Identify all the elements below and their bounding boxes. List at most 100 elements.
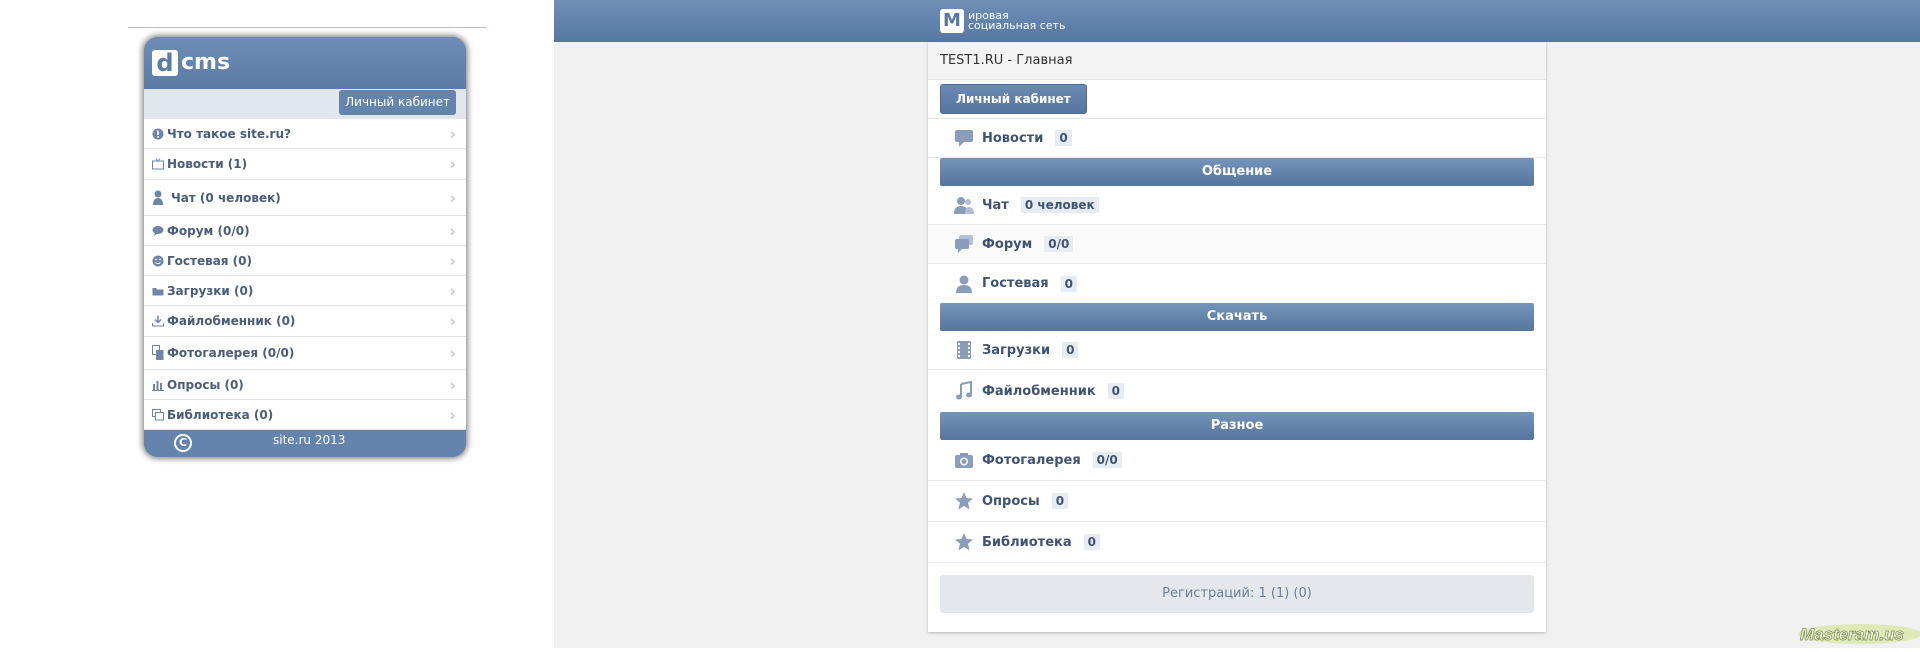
logo-text: cms bbox=[181, 50, 231, 75]
cabinet-bar: Личный кабинет bbox=[144, 89, 466, 119]
cabinet-row: Личный кабинет bbox=[928, 80, 1546, 119]
downloads-row[interactable]: Загрузки 0 bbox=[928, 331, 1546, 370]
brand-line2: социальная сеть bbox=[968, 19, 1066, 32]
download-icon bbox=[152, 315, 164, 327]
library-row[interactable]: Библиотека 0 bbox=[928, 522, 1546, 563]
menu-item-label: Библиотека (0) bbox=[167, 407, 274, 422]
breadcrumb: TEST1.RU - Главная bbox=[928, 42, 1546, 80]
menu-item-fileshare[interactable]: Файлобменник (0) › bbox=[144, 306, 466, 337]
photo-icon bbox=[152, 345, 164, 361]
menu-item-about[interactable]: Что такое site.ru? › bbox=[144, 119, 466, 149]
menu-item-news[interactable]: Новости (1) › bbox=[144, 149, 466, 180]
logo-letter: d bbox=[152, 50, 178, 76]
menu-item-guestbook[interactable]: Гостевая (0) › bbox=[144, 246, 466, 276]
cabinet-button[interactable]: Личный кабинет bbox=[940, 84, 1087, 114]
row-label: Опросы bbox=[982, 493, 1040, 509]
fileshare-row[interactable]: Файлобменник 0 bbox=[928, 370, 1546, 412]
menu-item-label: Файлобменник (0) bbox=[167, 314, 296, 328]
watermark-logo: Masteram.us bbox=[1790, 618, 1920, 648]
speech-bubble-icon bbox=[152, 225, 164, 237]
row-label: Загрузки bbox=[982, 342, 1051, 358]
section-header-communication: Общение bbox=[940, 158, 1534, 186]
news-row[interactable]: Новости 0 bbox=[928, 119, 1546, 158]
chevron-right-icon: › bbox=[449, 251, 456, 270]
registrations-counter: Регистраций: 1 (1) (0) bbox=[940, 575, 1534, 613]
count-badge: 0 bbox=[1062, 342, 1079, 358]
menu-item-label: Гостевая (0) bbox=[167, 253, 252, 268]
mobile-footer: C site.ru 2013 bbox=[144, 430, 466, 457]
cabinet-button[interactable]: Личный кабинет bbox=[339, 90, 456, 115]
books-icon bbox=[152, 408, 164, 421]
menu-item-polls[interactable]: Опросы (0) › bbox=[144, 370, 466, 400]
divider-line bbox=[128, 27, 487, 28]
film-icon bbox=[954, 340, 974, 360]
row-label: Форум bbox=[982, 236, 1033, 252]
chevron-right-icon: › bbox=[449, 221, 456, 240]
mobile-menu: Что такое site.ru? › Новости (1) › Чат (… bbox=[144, 119, 466, 430]
count-badge: 0 bbox=[1055, 130, 1072, 146]
info-icon bbox=[152, 128, 164, 140]
row-label: Библиотека bbox=[982, 534, 1072, 550]
row-label: Фотогалерея bbox=[982, 452, 1081, 468]
comment-icon bbox=[954, 128, 974, 148]
watermark-text: Masteram.us bbox=[1800, 625, 1904, 644]
row-label: Гостевая bbox=[982, 276, 1049, 291]
mobile-header: d cms bbox=[144, 37, 466, 89]
section-header-misc: Разное bbox=[940, 412, 1534, 440]
menu-item-label: Новости (1) bbox=[167, 157, 248, 171]
bar-chart-icon bbox=[152, 379, 164, 391]
count-badge: 0/0 bbox=[1044, 236, 1074, 252]
chevron-right-icon: › bbox=[449, 343, 456, 363]
polls-row[interactable]: Опросы 0 bbox=[928, 481, 1546, 522]
menu-item-library[interactable]: Библиотека (0) › bbox=[144, 400, 466, 430]
music-icon bbox=[954, 380, 974, 401]
menu-item-chat[interactable]: Чат (0 человек) › bbox=[144, 180, 466, 216]
dcms-logo[interactable]: d cms bbox=[152, 50, 230, 76]
count-badge: 0 человек bbox=[1020, 197, 1099, 213]
folder-icon bbox=[152, 285, 164, 297]
count-badge: 0 bbox=[1107, 383, 1125, 399]
chevron-right-icon: › bbox=[449, 405, 456, 424]
menu-item-label: Опросы (0) bbox=[167, 377, 244, 392]
row-label: Чат bbox=[982, 197, 1009, 213]
footer-text: site.ru 2013 bbox=[273, 433, 346, 447]
brand-logo[interactable]: M ировая социальная сеть bbox=[940, 9, 1065, 33]
star-icon bbox=[954, 491, 974, 511]
guestbook-row[interactable]: Гостевая 0 bbox=[928, 264, 1546, 303]
brand-text: ировая социальная сеть bbox=[968, 10, 1066, 32]
menu-item-label: Чат (0 человек) bbox=[171, 190, 281, 205]
menu-item-label: Загрузки (0) bbox=[167, 283, 254, 298]
menu-item-label: Фотогалерея (0/0) bbox=[167, 346, 295, 360]
chevron-right-icon: › bbox=[449, 154, 456, 174]
tv-icon bbox=[152, 158, 164, 170]
menu-item-label: Что такое site.ru? bbox=[167, 126, 291, 141]
menu-item-label: Форум (0/0) bbox=[167, 223, 250, 238]
forum-row[interactable]: Форум 0/0 bbox=[928, 225, 1546, 264]
count-badge: 0 bbox=[1083, 534, 1100, 550]
chevron-right-icon: › bbox=[449, 124, 456, 143]
chevron-right-icon: › bbox=[449, 188, 456, 207]
main-card: TEST1.RU - Главная Личный кабинет Новост… bbox=[928, 42, 1546, 632]
section-header-download: Скачать bbox=[940, 303, 1534, 331]
menu-item-downloads[interactable]: Загрузки (0) › bbox=[144, 276, 466, 306]
copyright-icon: C bbox=[174, 434, 192, 452]
gallery-row[interactable]: Фотогалерея 0/0 bbox=[928, 440, 1546, 481]
chat-row[interactable]: Чат 0 человек bbox=[928, 186, 1546, 225]
users-icon bbox=[954, 195, 974, 215]
chevron-right-icon: › bbox=[449, 311, 456, 331]
mobile-preview-panel: d cms Личный кабинет Что такое site.ru? … bbox=[0, 0, 554, 648]
user-icon bbox=[954, 274, 974, 294]
camera-icon bbox=[954, 450, 974, 470]
count-badge: 0 bbox=[1051, 493, 1069, 509]
row-label: Новости bbox=[982, 130, 1044, 146]
users-icon bbox=[152, 190, 168, 206]
star-icon bbox=[954, 532, 974, 552]
menu-item-gallery[interactable]: Фотогалерея (0/0) › bbox=[144, 337, 466, 370]
brand-letter: M bbox=[940, 9, 964, 33]
menu-item-forum[interactable]: Форум (0/0) › bbox=[144, 216, 466, 246]
desktop-panel: M ировая социальная сеть TEST1.RU - Глав… bbox=[554, 0, 1920, 648]
chevron-right-icon: › bbox=[449, 375, 456, 394]
mobile-frame: d cms Личный кабинет Что такое site.ru? … bbox=[144, 37, 466, 457]
comments-icon bbox=[954, 234, 974, 254]
chevron-right-icon: › bbox=[449, 281, 456, 300]
